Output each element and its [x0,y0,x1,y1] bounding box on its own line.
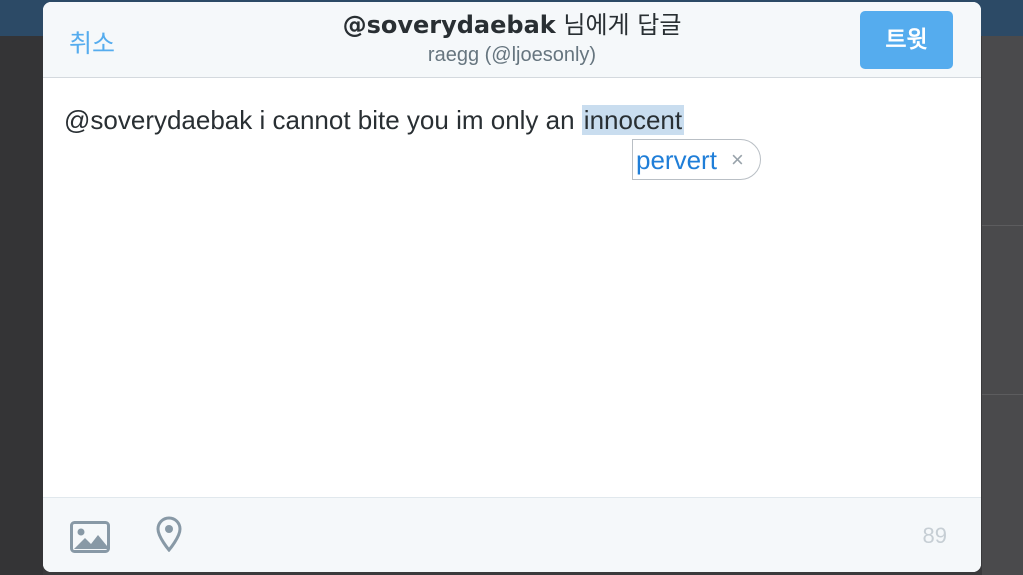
suggestion-word[interactable]: pervert [636,144,717,176]
reply-title: @soverydaebak 님에게 답글 [43,10,981,40]
compose-toolbar: 89 [43,497,981,572]
character-count: 89 [922,523,947,548]
reply-title-handle: @soverydaebak [342,11,556,39]
tweet-button[interactable]: 트윗 [860,11,953,69]
reply-compose-sheet: 취소 @soverydaebak 님에게 답글 raegg (@ljoesonl… [43,2,981,572]
reply-title-suffix: 님에게 답글 [555,11,682,39]
tweet-text-area[interactable]: @soverydaebak i cannot bite you im only … [64,103,954,137]
compose-header: 취소 @soverydaebak 님에게 답글 raegg (@ljoesonl… [43,2,981,78]
dismiss-suggestion-icon[interactable]: × [731,145,744,175]
header-title-block: @soverydaebak 님에게 답글 raegg (@ljoesonly) [43,10,981,68]
background-left-panel [0,36,43,575]
tweet-text: @soverydaebak i cannot bite you im only … [64,105,582,135]
photo-icon[interactable] [70,521,110,553]
background-divider [982,394,1023,395]
autocorrect-suggestion[interactable]: pervert × [632,139,761,180]
background-divider [982,225,1023,226]
highlighted-word[interactable]: innocent [581,105,685,135]
account-subtitle: raegg (@ljoesonly) [427,44,597,66]
background-right-panel [982,36,1023,575]
location-pin-icon[interactable] [156,516,182,552]
